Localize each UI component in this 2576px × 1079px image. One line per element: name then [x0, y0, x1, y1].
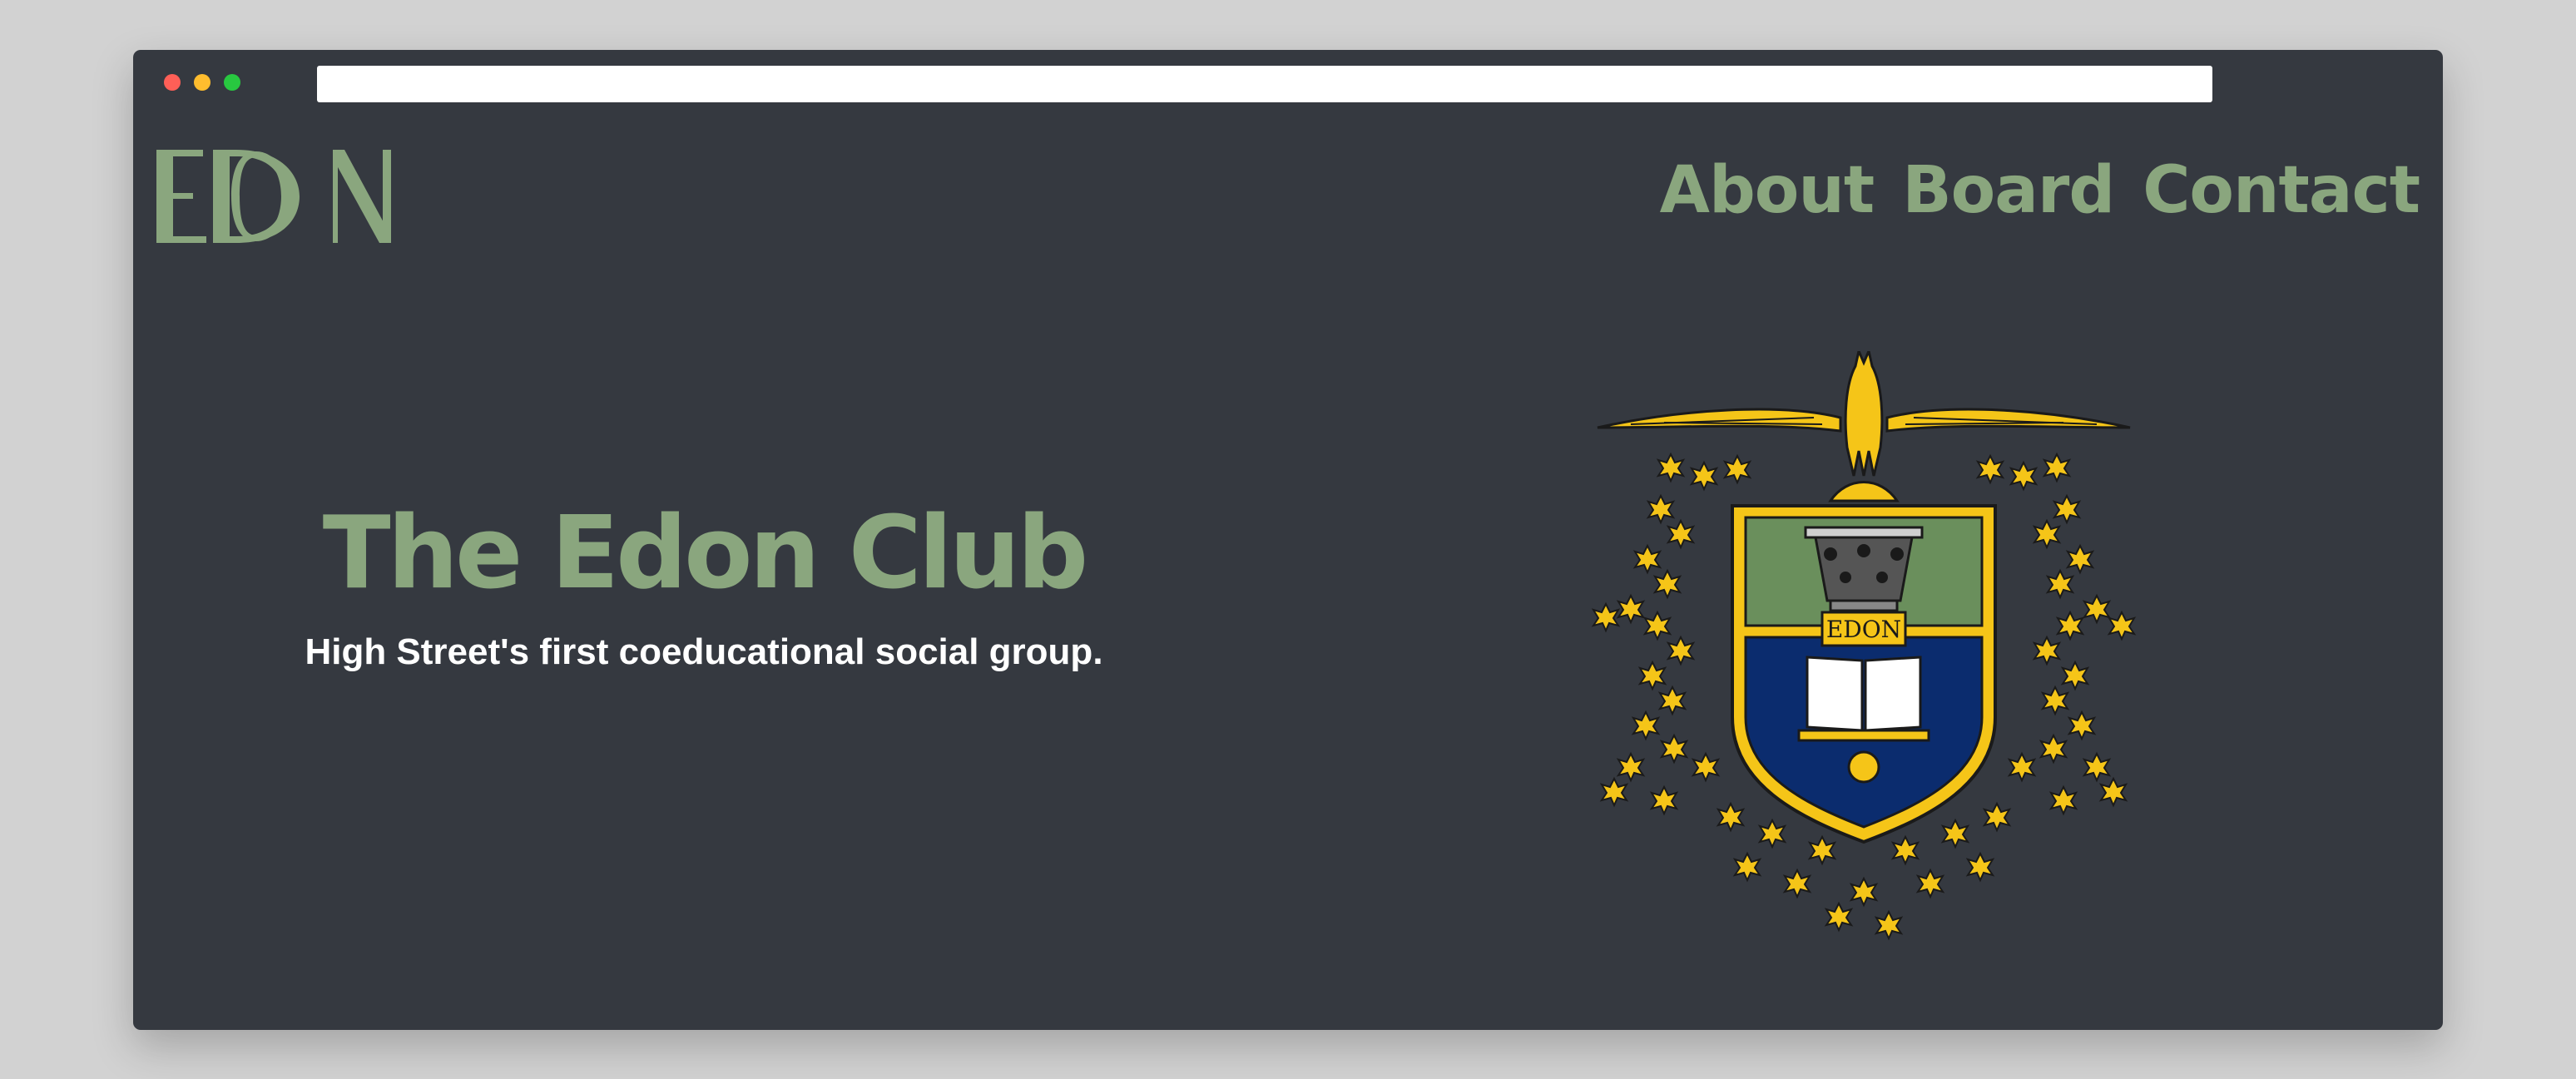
maximize-window-button[interactable]: [224, 74, 240, 91]
edon-logo: [156, 150, 391, 243]
nav-link-about[interactable]: About: [1660, 158, 1875, 223]
main-nav: About Board Contact: [1660, 158, 2420, 223]
address-bar[interactable]: [317, 66, 2212, 102]
nav-link-board[interactable]: Board: [1902, 158, 2115, 223]
close-window-button[interactable]: [164, 74, 181, 91]
hero-subtitle: High Street's first coeducational social…: [305, 631, 1103, 672]
browser-titlebar: [133, 50, 2443, 103]
hero-title: The Edon Club: [322, 496, 1089, 611]
nav-link-contact[interactable]: Contact: [2143, 158, 2420, 223]
minimize-window-button[interactable]: [194, 74, 211, 91]
crest-banner-text: EDON: [1826, 616, 1901, 643]
browser-window: About Board Contact The Edon Club High S…: [133, 50, 2443, 1030]
club-crest-image: EDON: [1593, 351, 2135, 939]
